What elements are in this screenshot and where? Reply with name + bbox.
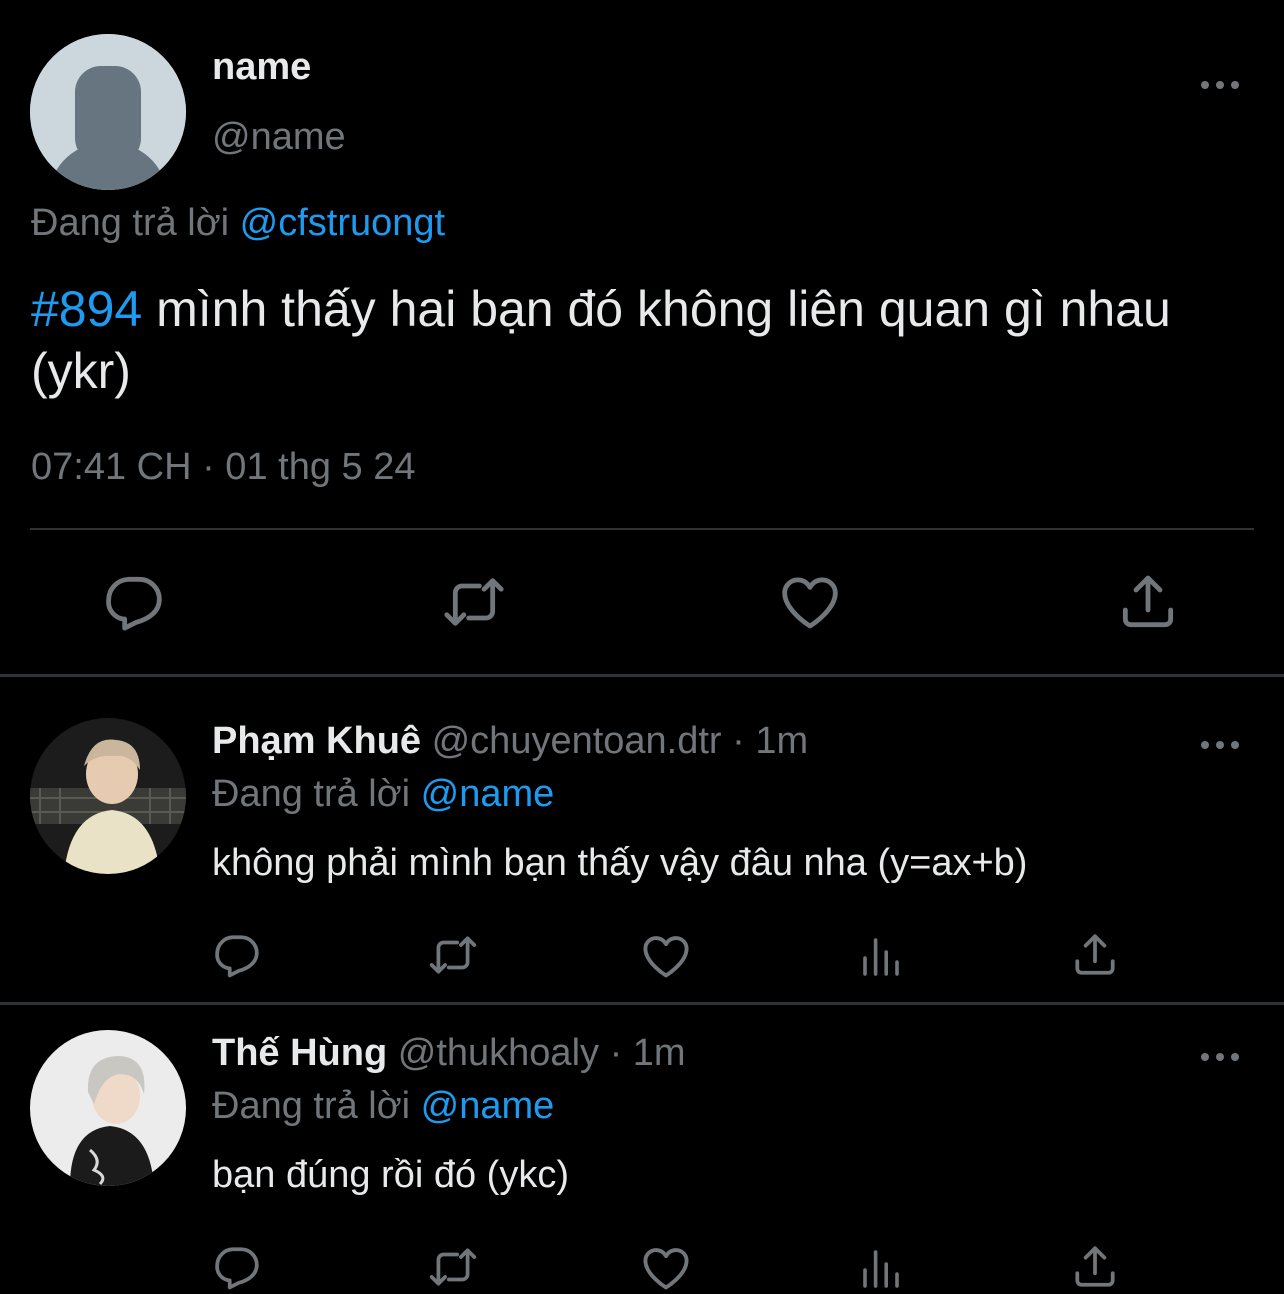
reply-avatar[interactable]: [30, 1030, 186, 1186]
replying-to: Đang trả lời @cfstruongt: [31, 202, 445, 245]
reply-icon[interactable]: [212, 930, 262, 980]
reply-text: không phải mình bạn thấy vậy đâu nha (y=…: [212, 842, 1028, 884]
reply-time[interactable]: · 1m: [722, 720, 808, 762]
share-icon[interactable]: [1070, 930, 1120, 980]
more-icon[interactable]: [1201, 738, 1241, 752]
retweet-icon[interactable]: [440, 570, 508, 634]
user-photo-icon: [30, 1030, 186, 1186]
like-icon[interactable]: [778, 570, 842, 634]
reply-text: bạn đúng rồi đó (ykc): [212, 1154, 569, 1196]
more-icon[interactable]: [1201, 1050, 1241, 1064]
user-photo-icon: [30, 718, 186, 874]
reply-icon[interactable]: [212, 1242, 262, 1292]
tweet-timestamp[interactable]: 07:41 CH · 01 thg 5 24: [31, 446, 415, 489]
divider: [0, 674, 1284, 677]
retweet-icon[interactable]: [425, 1242, 481, 1292]
tweet-text: #894 mình thấy hai bạn đó không liên qua…: [31, 278, 1241, 402]
analytics-icon[interactable]: [856, 932, 906, 980]
replying-to: Đang trả lời @name: [212, 1085, 554, 1128]
reply-author-name[interactable]: Thế Hùng: [212, 1032, 387, 1074]
author-name[interactable]: name: [212, 46, 311, 89]
share-icon[interactable]: [1070, 1242, 1120, 1292]
reply-icon[interactable]: [102, 570, 166, 634]
replying-to-label: Đang trả lời: [31, 202, 230, 244]
analytics-icon[interactable]: [856, 1244, 906, 1292]
author-handle[interactable]: @name: [212, 116, 346, 159]
reply-header: Thế Hùng @thukhoaly · 1m: [212, 1032, 686, 1075]
divider: [30, 528, 1254, 530]
replying-to-label: Đang trả lời: [212, 1085, 411, 1127]
default-avatar-icon: [30, 34, 186, 190]
hashtag-link[interactable]: #894: [31, 281, 142, 337]
reply-time[interactable]: · 1m: [599, 1032, 686, 1074]
reply-author-handle[interactable]: @thukhoaly: [398, 1032, 599, 1074]
like-icon[interactable]: [640, 1242, 692, 1294]
replying-to-handle[interactable]: @name: [421, 1085, 555, 1127]
replying-to-handle[interactable]: @name: [421, 773, 555, 815]
tweet-body: mình thấy hai bạn đó không liên quan gì …: [31, 281, 1171, 399]
like-icon[interactable]: [640, 930, 692, 982]
reply-header: Phạm Khuê @chuyentoan.dtr · 1m: [212, 720, 808, 763]
replying-to: Đang trả lời @name: [212, 773, 554, 816]
more-icon[interactable]: [1201, 78, 1241, 92]
share-icon[interactable]: [1116, 570, 1180, 634]
reply-author-handle[interactable]: @chuyentoan.dtr: [432, 720, 722, 762]
divider: [0, 1002, 1284, 1005]
reply-avatar[interactable]: [30, 718, 186, 874]
replying-to-label: Đang trả lời: [212, 773, 411, 815]
retweet-icon[interactable]: [425, 930, 481, 980]
reply-author-name[interactable]: Phạm Khuê: [212, 720, 421, 762]
replying-to-handle[interactable]: @cfstruongt: [240, 202, 445, 244]
main-avatar[interactable]: [30, 34, 186, 190]
